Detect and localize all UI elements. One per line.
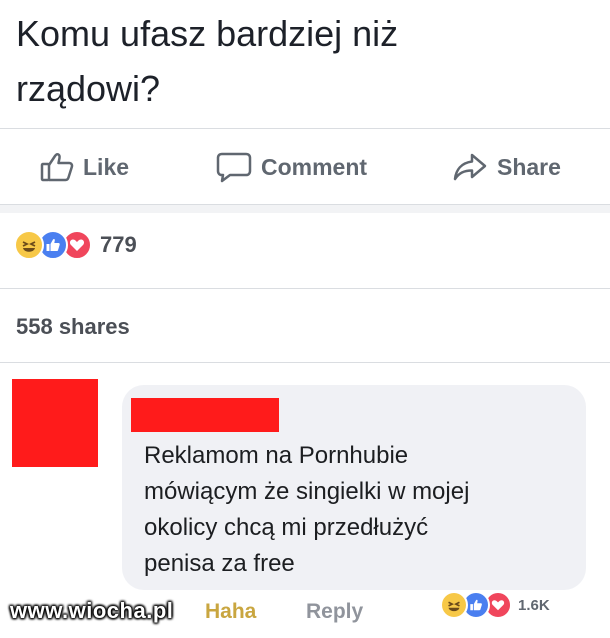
watermark: www.wiocha.pl xyxy=(10,598,174,623)
share-button[interactable]: Share xyxy=(452,152,561,182)
thumbs-up-icon xyxy=(40,152,74,182)
avatar[interactable] xyxy=(12,379,98,467)
commenter-name-redacted[interactable] xyxy=(131,398,279,432)
divider xyxy=(0,288,610,289)
like-label: Like xyxy=(83,153,130,180)
comment-text-line-4: penisa za free xyxy=(144,550,295,577)
section-separator xyxy=(0,205,610,213)
comment-text-line-3: okolicy chcą mi przedłużyć xyxy=(144,514,429,541)
comment-reactions[interactable]: 1.6K xyxy=(440,590,550,620)
comment-text: Reklamom na Pornhubie mówiącym że singie… xyxy=(144,438,574,582)
shares-count[interactable]: 558 shares xyxy=(16,314,130,340)
comment-bubble-icon xyxy=(216,151,252,183)
share-arrow-icon xyxy=(452,152,488,182)
comment-reaction-count: 1.6K xyxy=(518,596,550,614)
post-reactions[interactable]: 779 xyxy=(14,228,137,262)
comment-button[interactable]: Comment xyxy=(216,151,367,183)
divider xyxy=(0,128,610,129)
reply-link[interactable]: Reply xyxy=(306,600,363,624)
like-button[interactable]: Like xyxy=(40,152,129,182)
haha-icon xyxy=(14,230,44,260)
haha-icon xyxy=(440,591,468,619)
comment-text-line-2: mówiącym że singielki w mojej xyxy=(144,478,470,505)
post-text: Komu ufasz bardziej niż rządowi? xyxy=(16,6,596,116)
comment-label: Comment xyxy=(261,153,368,180)
post-text-line-1: Komu ufasz bardziej niż xyxy=(16,13,399,54)
post-text-line-2: rządowi? xyxy=(16,68,161,109)
share-label: Share xyxy=(497,153,561,180)
reaction-count: 779 xyxy=(100,232,137,257)
divider xyxy=(0,362,610,363)
haha-reaction-link[interactable]: Haha xyxy=(205,600,256,624)
comment-text-line-1: Reklamom na Pornhubie xyxy=(144,442,409,469)
post-actions-bar: Like Comment Share xyxy=(0,142,610,192)
